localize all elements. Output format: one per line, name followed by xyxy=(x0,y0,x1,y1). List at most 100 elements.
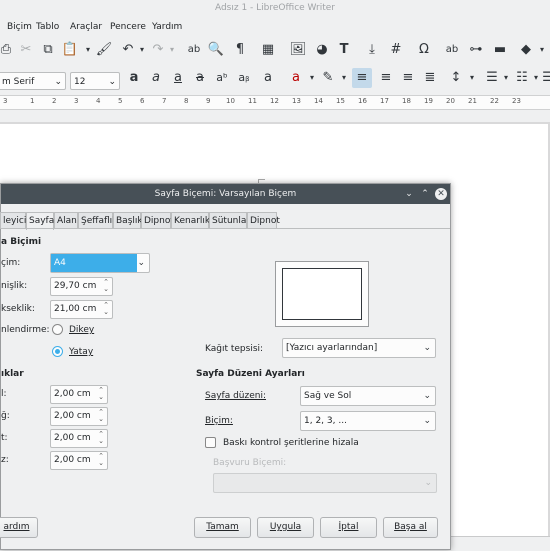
width-label: nişlik: xyxy=(1,281,28,291)
margin-right-label: ğ: xyxy=(1,411,10,421)
reset-button[interactable]: Başa al xyxy=(383,517,438,538)
line-spacing-dropdown-icon[interactable]: ▾ xyxy=(462,68,482,88)
outline-icon[interactable]: ☰ xyxy=(538,68,550,88)
margin-left-value: 2,00 cm xyxy=(54,389,91,399)
tab-borders[interactable]: Kenarlık xyxy=(171,212,210,229)
italic-icon[interactable]: a xyxy=(146,68,166,88)
page-style-dialog: Sayfa Biçemi: Varsayılan Biçem ⌄ ⌃ ✕ ley… xyxy=(0,183,451,550)
minimize-icon[interactable]: ⌄ xyxy=(403,188,415,200)
page-break-icon[interactable]: ⤓ xyxy=(362,40,382,60)
register-true-label[interactable]: Baskı kontrol şeritlerine hizala xyxy=(223,438,359,448)
font-size-combo[interactable]: 12 ⌄ xyxy=(70,72,120,90)
format-select[interactable]: A4 ⌄ xyxy=(50,253,150,273)
tab-organizer[interactable]: leyici xyxy=(0,212,26,229)
ruler-tick: 15 xyxy=(336,97,345,105)
menu-bicim[interactable]: Biçim xyxy=(7,22,32,32)
layout-settings-heading: Sayfa Düzeni Ayarları xyxy=(196,369,305,379)
paste-icon[interactable]: 📋 xyxy=(60,40,80,60)
apply-button[interactable]: Uygula xyxy=(257,517,314,538)
comment-icon[interactable]: ▬ xyxy=(490,40,510,60)
insert-image-icon[interactable]: 🖼 xyxy=(288,40,308,60)
find-replace-icon[interactable]: 🔍 xyxy=(206,40,226,60)
copy-icon[interactable]: ⧉ xyxy=(38,40,58,60)
highlight-dropdown-icon[interactable]: ▾ xyxy=(334,68,354,88)
spelling-icon[interactable]: ab xyxy=(184,40,204,60)
bold-icon[interactable]: a xyxy=(124,68,144,88)
ruler-tick: 14 xyxy=(314,97,323,105)
landscape-radio[interactable] xyxy=(52,346,63,357)
clear-formatting-icon[interactable]: a xyxy=(258,68,278,88)
ruler-tick: 22 xyxy=(490,97,499,105)
page-layout-select[interactable]: Sağ ve Sol ⌄ xyxy=(300,386,436,406)
shapes-dropdown-icon[interactable]: ▾ xyxy=(532,40,550,60)
spin-arrows-icon[interactable]: ⌃ ⌄ xyxy=(97,409,105,423)
menu-yardim[interactable]: Yardım xyxy=(152,22,182,32)
numbering-select[interactable]: 1, 2, 3, ... ⌄ xyxy=(300,411,436,431)
register-true-checkbox[interactable] xyxy=(205,437,216,448)
underline-icon[interactable]: a xyxy=(168,68,188,88)
menu-tablo[interactable]: Tablo xyxy=(36,22,59,32)
maximize-icon[interactable]: ⌃ xyxy=(419,188,431,200)
justify-icon[interactable]: ≣ xyxy=(420,68,440,88)
tab-header[interactable]: Başlık xyxy=(113,212,143,229)
print-icon[interactable]: ⎙ xyxy=(0,40,16,60)
margin-right-spinbox[interactable]: 2,00 cm ⌃ ⌄ xyxy=(50,407,108,426)
insert-textbox-icon[interactable]: T xyxy=(334,40,354,60)
spin-arrows-icon[interactable]: ⌃ ⌄ xyxy=(102,302,110,316)
cut-icon[interactable]: ✂ xyxy=(16,40,36,60)
landscape-label[interactable]: Yatay xyxy=(69,347,93,357)
align-left-icon[interactable]: ≡ xyxy=(352,68,372,88)
strikethrough-icon[interactable]: a xyxy=(190,68,210,88)
hyperlink-icon[interactable]: ab xyxy=(442,40,462,60)
spin-arrows-icon[interactable]: ⌃ ⌄ xyxy=(102,279,110,293)
footnote-icon[interactable]: ⊶ xyxy=(466,40,486,60)
redo-dropdown-icon[interactable]: ▾ xyxy=(162,40,182,60)
height-spinbox[interactable]: 21,00 cm ⌃ ⌄ xyxy=(50,300,113,319)
menu-pencere[interactable]: Pencere xyxy=(110,22,146,32)
formatting-marks-icon[interactable]: ¶ xyxy=(230,40,250,60)
cancel-button[interactable]: İptal xyxy=(320,517,377,538)
page-preview xyxy=(275,261,369,327)
insert-table-icon[interactable]: ▦ xyxy=(258,40,278,60)
format-value: A4 xyxy=(51,254,137,272)
tab-footer[interactable]: Dipnot xyxy=(141,212,174,229)
align-right-icon[interactable]: ≡ xyxy=(398,68,418,88)
chevron-down-icon: ⌄ xyxy=(423,416,431,426)
tab-area[interactable]: Alan xyxy=(54,212,78,229)
special-character-icon[interactable]: Ω xyxy=(414,40,434,60)
clone-formatting-icon[interactable]: 🖌 xyxy=(94,40,114,60)
spin-arrows-icon[interactable]: ⌃ ⌄ xyxy=(97,387,105,401)
horizontal-ruler[interactable]: 3 1 2 3 4 5 6 7 8 9 10 11 12 13 14 15 16… xyxy=(0,95,550,110)
font-name-combo[interactable]: m Serif ⌄ xyxy=(0,72,66,90)
font-size-value: 12 xyxy=(74,77,86,87)
dialog-title: Sayfa Biçemi: Varsayılan Biçem xyxy=(154,189,297,199)
menu-araclar[interactable]: Araçlar xyxy=(70,22,102,32)
insert-chart-icon[interactable]: ◕ xyxy=(312,40,332,60)
portrait-label[interactable]: Dikey xyxy=(69,325,94,335)
dialog-title-bar[interactable]: Sayfa Biçemi: Varsayılan Biçem ⌄ ⌃ ✕ xyxy=(1,184,450,204)
spin-arrows-icon[interactable]: ⌃ ⌄ xyxy=(97,431,105,445)
margin-bottom-spinbox[interactable]: 2,00 cm ⌃ ⌄ xyxy=(50,451,108,470)
superscript-icon[interactable]: aᵇ xyxy=(212,68,232,88)
margin-top-spinbox[interactable]: 2,00 cm ⌃ ⌄ xyxy=(50,429,108,448)
tab-transparency[interactable]: Şeffaflık xyxy=(78,212,117,229)
ok-button[interactable]: Tamam xyxy=(194,517,251,538)
ruler-tick: 3 xyxy=(74,97,79,105)
paper-tray-select[interactable]: [Yazıcı ayarlarından] ⌄ xyxy=(282,338,436,358)
margin-left-spinbox[interactable]: 2,00 cm ⌃ ⌄ xyxy=(50,385,108,404)
insert-field-icon[interactable]: # xyxy=(386,40,406,60)
subscript-icon[interactable]: aᵦ xyxy=(234,68,254,88)
close-icon[interactable]: ✕ xyxy=(435,188,447,200)
ruler-tick: 11 xyxy=(248,97,257,105)
margin-left-label: l: xyxy=(1,389,7,399)
numbering-value: 1, 2, 3, ... xyxy=(304,416,347,426)
reference-style-select[interactable]: ⌄ xyxy=(213,473,437,493)
tab-footnote[interactable]: Dipnot xyxy=(247,212,280,229)
portrait-radio[interactable] xyxy=(52,324,63,335)
reference-style-label: Başvuru Biçemi: xyxy=(213,458,287,468)
help-button[interactable]: ardım xyxy=(0,517,38,538)
align-center-icon[interactable]: ≡ xyxy=(376,68,396,88)
width-spinbox[interactable]: 29,70 cm ⌃ ⌄ xyxy=(50,277,113,296)
spin-arrows-icon[interactable]: ⌃ ⌄ xyxy=(97,453,105,467)
tab-columns[interactable]: Sütunlar xyxy=(209,212,250,229)
